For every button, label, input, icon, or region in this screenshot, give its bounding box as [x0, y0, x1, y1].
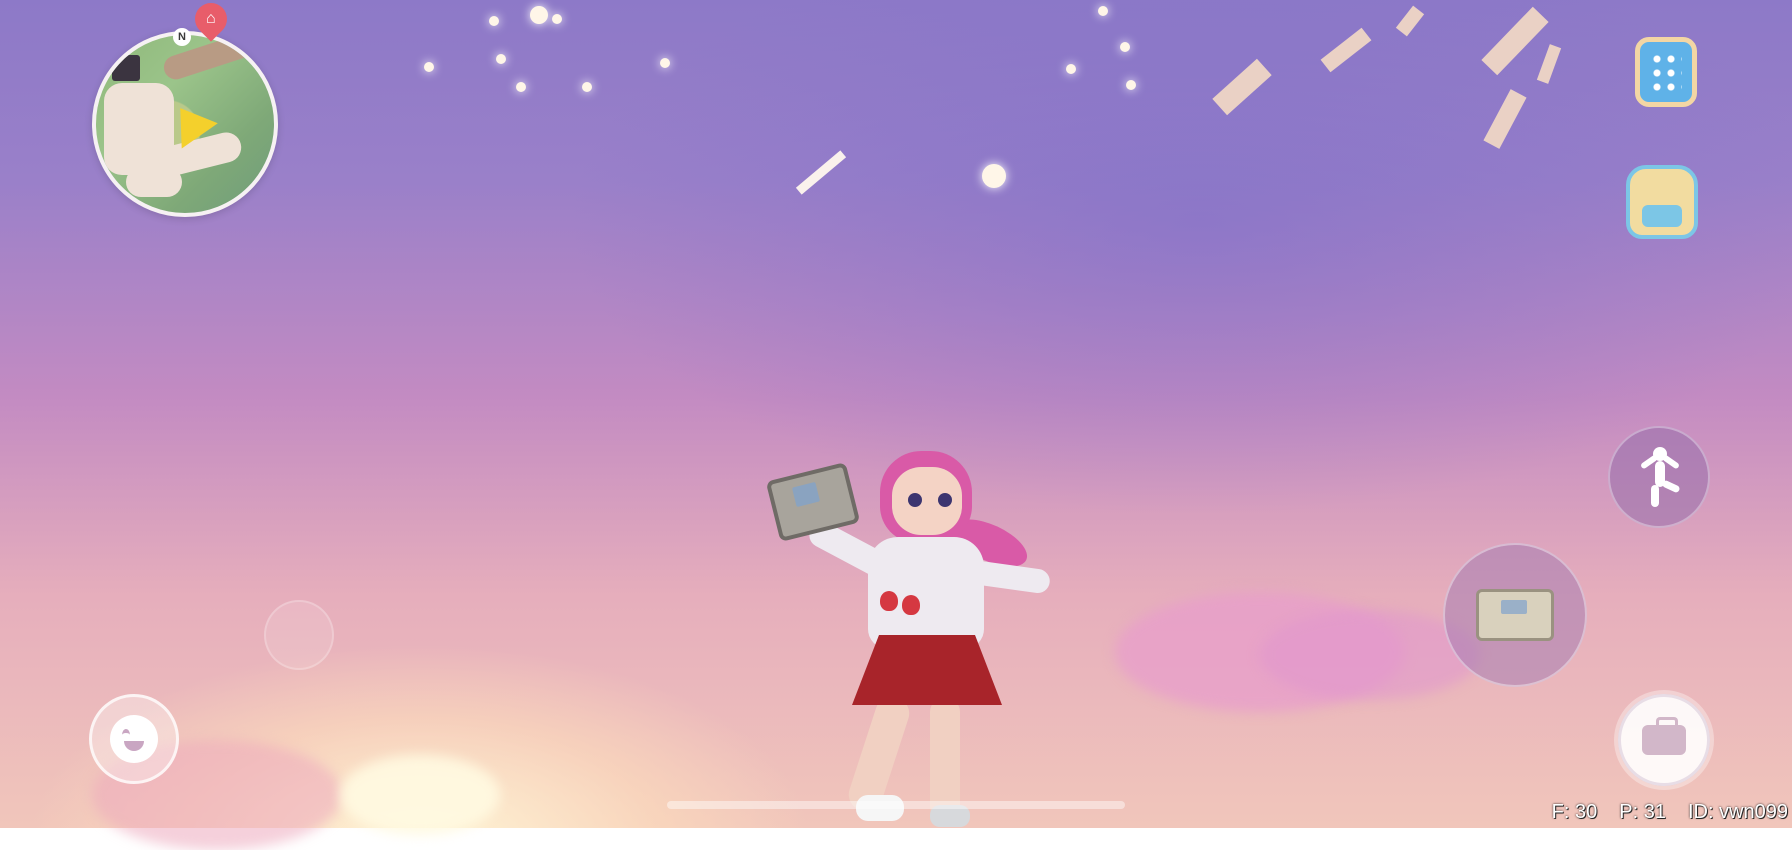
- sparkle: [552, 14, 562, 24]
- dance-figure-icon: [1636, 447, 1682, 507]
- ping-counter: P: 31: [1619, 801, 1666, 823]
- player-id: ID: vwn099: [1687, 801, 1788, 823]
- sparkle: [1120, 42, 1130, 52]
- north-indicator: N: [173, 28, 191, 46]
- strawberry-print: [880, 591, 898, 611]
- sparkle: [660, 58, 670, 68]
- home-indicator-bar[interactable]: [667, 801, 1125, 809]
- backpack-icon[interactable]: [1626, 165, 1698, 239]
- held-item-box: [765, 462, 861, 542]
- sparkle: [424, 62, 434, 72]
- use-item-button[interactable]: [1443, 543, 1587, 687]
- toolbox-icon: [1642, 717, 1686, 755]
- sparkle: [489, 16, 499, 26]
- sparkle: [496, 54, 506, 64]
- smartwatch-icon[interactable]: [1630, 36, 1702, 108]
- player-character: [765, 445, 1070, 828]
- virtual-joystick[interactable]: [264, 600, 334, 670]
- minimap-road: [126, 167, 182, 197]
- character-eye-right: [938, 493, 952, 507]
- sparkle: [516, 82, 526, 92]
- toolbox-button[interactable]: [1618, 694, 1710, 786]
- minimap-view[interactable]: [92, 31, 278, 217]
- sparkle: [582, 82, 592, 92]
- sun-glow: [340, 755, 500, 835]
- sparkle: [1126, 80, 1136, 90]
- character-eye-left: [908, 493, 922, 507]
- smile-face-icon: [110, 715, 158, 763]
- strawberry-print: [902, 595, 920, 615]
- emote-button[interactable]: [89, 694, 179, 784]
- debug-overlay: F: 30 P: 31 ID: vwn099: [1552, 801, 1788, 824]
- dance-button[interactable]: [1608, 426, 1710, 528]
- item-box-icon: [1476, 589, 1554, 641]
- minimap-building: [112, 55, 140, 81]
- sparkle: [1066, 64, 1076, 74]
- fps-counter: F: 30: [1551, 801, 1598, 823]
- character-skirt: [852, 635, 1002, 705]
- sparkle: [1098, 6, 1108, 16]
- sparkle: [530, 6, 548, 24]
- glowing-orb: [982, 164, 1006, 188]
